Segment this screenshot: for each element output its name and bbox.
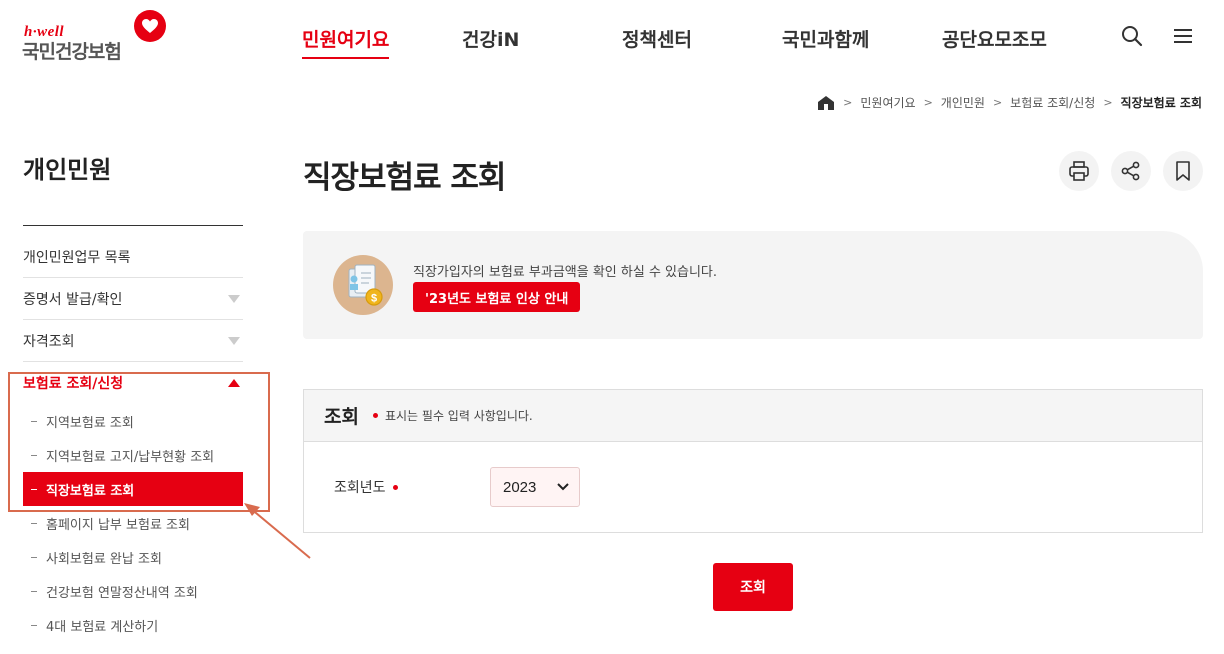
breadcrumb: > 민원여기요 > 개인민원 > 보험료 조회/신청 > 직장보험료 조회 [817, 94, 1202, 111]
breadcrumb-item[interactable]: 개인민원 [941, 94, 985, 111]
submenu-item[interactable]: 사회보험료 완납 조회 [23, 540, 243, 574]
annotation-highlight-box [8, 372, 270, 512]
breadcrumb-current: 직장보험료 조회 [1120, 96, 1202, 110]
home-icon[interactable] [817, 95, 835, 111]
bookmark-button[interactable] [1163, 151, 1203, 191]
search-form: 조회 표시는 필수 입력 사항입니다. 조회년도 2023 [303, 389, 1203, 533]
submenu-item-label: 사회보험료 완납 조회 [46, 551, 162, 567]
document-coin-icon: $ [333, 255, 393, 315]
sidebar-divider [23, 225, 243, 226]
breadcrumb-item[interactable]: 민원여기요 [860, 94, 915, 111]
search-submit-button[interactable]: 조회 [713, 563, 793, 611]
year-select-value: 2023 [503, 478, 537, 496]
share-button[interactable] [1111, 151, 1151, 191]
year-label: 조회년도 [334, 477, 490, 497]
breadcrumb-separator: > [923, 96, 933, 109]
required-dot-icon [372, 413, 378, 418]
dash-icon [31, 556, 37, 558]
year-select[interactable]: 2023 [490, 467, 580, 507]
page-title: 직장보험료 조회 [303, 160, 506, 196]
required-note: 표시는 필수 입력 사항입니다. [372, 407, 533, 424]
menu-icon[interactable] [1171, 24, 1195, 48]
chevron-down-icon [228, 294, 240, 303]
submenu-item[interactable]: 건강보험 연말정산내역 조회 [23, 574, 243, 608]
sidebar-item-label: 자격조회 [23, 333, 75, 350]
sidebar-item-label: 증명서 발급/확인 [23, 291, 123, 308]
nav-item-health-in[interactable]: 건강iN [462, 25, 519, 57]
nav-item-about[interactable]: 공단요모조모 [942, 25, 1047, 57]
info-box: $ 직장가입자의 보험료 부과금액을 확인 하실 수 있습니다. '23년도 보… [303, 231, 1203, 339]
sidebar-title: 개인민원 [23, 156, 112, 184]
search-icon[interactable] [1120, 24, 1144, 48]
required-note-text: 표시는 필수 입력 사항입니다. [384, 409, 533, 423]
breadcrumb-separator: > [843, 96, 853, 109]
share-icon [1121, 161, 1140, 181]
submenu-item[interactable]: 4대 보험료 계산하기 [23, 608, 243, 642]
chevron-down-icon [228, 336, 240, 345]
premium-increase-button[interactable]: '23년도 보험료 인상 안내 [413, 282, 581, 312]
heart-icon [134, 10, 166, 42]
print-icon [1069, 161, 1089, 181]
submenu-item-label: 건강보험 연말정산내역 조회 [46, 585, 198, 601]
submenu-item-label: 4대 보험료 계산하기 [46, 619, 159, 635]
nav-item-minwon[interactable]: 민원여기요 [302, 25, 390, 59]
form-title: 조회 [324, 406, 359, 428]
logo[interactable]: h·well 국민건강보험 [22, 10, 172, 63]
sidebar-item-list[interactable]: 개인민원업무 목록 [23, 236, 243, 278]
dash-icon [31, 522, 37, 524]
breadcrumb-separator: > [992, 96, 1003, 109]
print-button[interactable] [1059, 151, 1099, 191]
info-text: 직장가입자의 보험료 부과금액을 확인 하실 수 있습니다. [413, 265, 718, 280]
year-row: 조회년도 2023 [334, 467, 580, 507]
sidebar-item-label: 개인민원업무 목록 [23, 249, 131, 266]
required-dot-icon [392, 484, 398, 490]
bookmark-icon [1176, 161, 1190, 181]
nav-item-together[interactable]: 국민과함께 [782, 25, 869, 57]
nav-item-policy[interactable]: 정책센터 [622, 25, 692, 57]
sidebar-item-certificates[interactable]: 증명서 발급/확인 [23, 278, 243, 320]
form-header: 조회 표시는 필수 입력 사항입니다. [304, 390, 1202, 442]
breadcrumb-separator: > [1103, 96, 1113, 109]
sidebar-item-eligibility[interactable]: 자격조회 [23, 320, 243, 362]
logo-name: 국민건강보험 [22, 41, 122, 63]
dash-icon [31, 624, 37, 626]
submenu-item-label: 홈페이지 납부 보험료 조회 [46, 517, 190, 533]
chevron-down-icon [557, 483, 569, 491]
svg-text:$: $ [371, 293, 377, 305]
dash-icon [31, 590, 37, 592]
breadcrumb-item[interactable]: 보험료 조회/신청 [1010, 94, 1095, 111]
year-label-text: 조회년도 [334, 480, 386, 496]
